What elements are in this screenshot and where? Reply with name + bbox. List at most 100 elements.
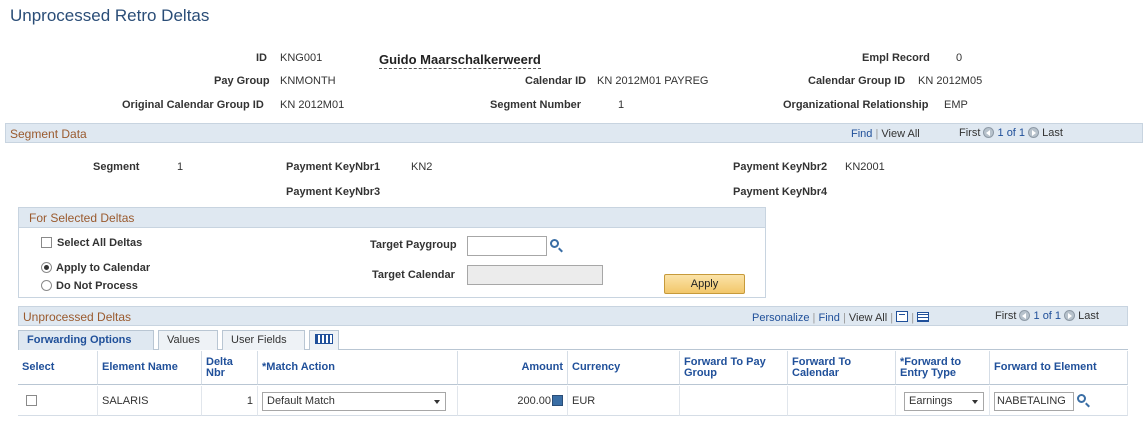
empl-record-label: Empl Record xyxy=(862,52,930,64)
personalize-link[interactable]: Personalize xyxy=(752,312,809,324)
segment-data-title: Segment Data xyxy=(10,127,87,141)
id-label: ID xyxy=(256,52,267,64)
col-forward-pay-group: Forward To Pay Group xyxy=(680,351,788,385)
entry-type-chevron-icon xyxy=(972,400,978,404)
grid-count: 1 of 1 xyxy=(1033,310,1062,322)
match-action-select[interactable]: Default Match xyxy=(262,392,446,411)
lookup-icon[interactable] xyxy=(550,239,559,248)
segment-first: First xyxy=(959,127,981,139)
org-relationship-value: EMP xyxy=(944,99,968,111)
new-window-icon[interactable] xyxy=(896,311,909,322)
grid-tabs: Forwarding Options Values User Fields xyxy=(18,330,1128,350)
select-all-label: Select All Deltas xyxy=(57,237,143,249)
col-delta-nbr: Delta Nbr xyxy=(202,351,258,385)
col-match-action: *Match Action xyxy=(258,351,458,385)
tab-user-fields[interactable]: User Fields xyxy=(222,330,305,350)
row-entry-type-cell: Earnings xyxy=(896,386,990,416)
row-forward-calendar xyxy=(788,386,896,416)
row-forward-element-cell: NABETALING xyxy=(990,386,1128,416)
payment-keynbr2-label: Payment KeyNbr2 xyxy=(733,161,828,173)
id-value: KNG001 xyxy=(280,52,323,64)
unprocessed-deltas-title: Unprocessed Deltas xyxy=(23,310,132,324)
calendar-group-id-value: KN 2012M05 xyxy=(918,75,983,87)
apply-button[interactable]: Apply xyxy=(664,274,745,294)
row-select-checkbox[interactable] xyxy=(26,395,37,406)
segment-find-link[interactable]: Find xyxy=(851,128,872,140)
tab-values[interactable]: Values xyxy=(158,330,218,350)
match-action-value: Default Match xyxy=(267,395,335,407)
payment-keynbr4-label: Payment KeyNbr4 xyxy=(733,186,828,198)
grid-first: First xyxy=(995,310,1017,322)
row-currency: EUR xyxy=(568,386,680,416)
do-not-process-row[interactable]: Do Not Process xyxy=(41,280,138,292)
payment-keynbr2-value: KN2001 xyxy=(845,161,885,173)
calculator-icon[interactable] xyxy=(552,395,563,406)
next-icon[interactable] xyxy=(1028,127,1040,138)
segment-value: 1 xyxy=(177,161,184,173)
row-amount: 200.00 xyxy=(517,394,551,407)
segment-count: 1 of 1 xyxy=(997,127,1026,139)
apply-calendar-label: Apply to Calendar xyxy=(56,262,151,274)
unprocessed-deltas-header: Unprocessed Deltas Personalize | Find | … xyxy=(18,306,1128,326)
view-all-link[interactable]: View All xyxy=(849,312,887,324)
show-all-columns-tab[interactable] xyxy=(309,330,339,350)
org-relationship-label: Organizational Relationship xyxy=(783,99,929,111)
pay-group-label: Pay Group xyxy=(214,75,270,87)
empl-record-value: 0 xyxy=(956,52,963,64)
entry-type-value: Earnings xyxy=(909,395,953,407)
payment-keynbr1-label: Payment KeyNbr1 xyxy=(286,161,381,173)
target-paygroup-input[interactable] xyxy=(467,236,547,256)
segment-data-header: Segment Data Find | View All First 1 of … xyxy=(5,123,1143,143)
forward-element-lookup-icon[interactable] xyxy=(1077,394,1086,403)
row-match-action-cell: Default Match xyxy=(258,386,458,416)
selected-deltas-header: For Selected Deltas xyxy=(19,208,765,228)
segment-label: Segment xyxy=(93,161,140,173)
do-not-process-label: Do Not Process xyxy=(56,280,138,292)
chevron-down-icon xyxy=(434,400,440,404)
target-calendar-label: Target Calendar xyxy=(372,269,455,281)
selected-deltas-panel: For Selected Deltas Select All Deltas Ap… xyxy=(18,207,766,298)
apply-calendar-row[interactable]: Apply to Calendar xyxy=(41,262,150,274)
col-forward-element: Forward to Element xyxy=(990,351,1128,385)
forward-element-input[interactable]: NABETALING xyxy=(994,392,1074,411)
pay-group-value: KNMONTH xyxy=(280,75,336,87)
find-link[interactable]: Find xyxy=(818,312,839,324)
entry-type-select[interactable]: Earnings xyxy=(904,392,984,411)
employee-name[interactable]: Guido Maarschalkerweerd xyxy=(379,52,541,69)
row-amount-cell: 200.00 xyxy=(458,386,568,416)
apply-calendar-radio[interactable] xyxy=(41,262,52,273)
col-amount: Amount xyxy=(458,351,568,385)
grid-next-icon[interactable] xyxy=(1064,310,1076,321)
calendar-group-id-label: Calendar Group ID xyxy=(808,75,906,87)
calendar-id-label: Calendar ID xyxy=(525,75,587,87)
col-element-name: Element Name xyxy=(98,351,202,385)
segment-number-value: 1 xyxy=(618,99,625,111)
segment-last: Last xyxy=(1042,127,1063,139)
download-grid-icon[interactable] xyxy=(917,312,930,322)
segment-view-all[interactable]: View All xyxy=(881,128,919,140)
page-title: Unprocessed Retro Deltas xyxy=(10,6,210,25)
previous-icon[interactable] xyxy=(983,127,995,138)
payment-keynbr3-label: Payment KeyNbr3 xyxy=(286,186,381,198)
col-currency: Currency xyxy=(568,351,680,385)
row-element-name: SALARIS xyxy=(98,386,202,416)
grid-previous-icon[interactable] xyxy=(1019,310,1031,321)
row-forward-pay-group xyxy=(680,386,788,416)
calendar-id-value: KN 2012M01 PAYREG xyxy=(597,75,709,87)
select-all-row[interactable]: Select All Deltas xyxy=(41,237,142,249)
grid-last: Last xyxy=(1078,310,1099,322)
show-all-columns-icon xyxy=(315,334,333,344)
segment-number-label: Segment Number xyxy=(490,99,582,111)
tab-forwarding-options[interactable]: Forwarding Options xyxy=(18,330,154,350)
orig-cal-group-label: Original Calendar Group ID xyxy=(122,99,264,111)
select-all-checkbox[interactable] xyxy=(41,237,52,248)
orig-cal-group-value: KN 2012M01 xyxy=(280,99,345,111)
payment-keynbr1-value: KN2 xyxy=(411,161,433,173)
col-forward-calendar: Forward To Calendar xyxy=(788,351,896,385)
target-calendar-input[interactable] xyxy=(467,265,603,285)
col-select: Select xyxy=(18,351,98,385)
col-forward-entry-type: *Forward to Entry Type xyxy=(896,351,990,385)
do-not-process-radio[interactable] xyxy=(41,280,52,291)
table-row-select[interactable] xyxy=(18,386,98,416)
row-delta-nbr: 1 xyxy=(202,386,258,416)
